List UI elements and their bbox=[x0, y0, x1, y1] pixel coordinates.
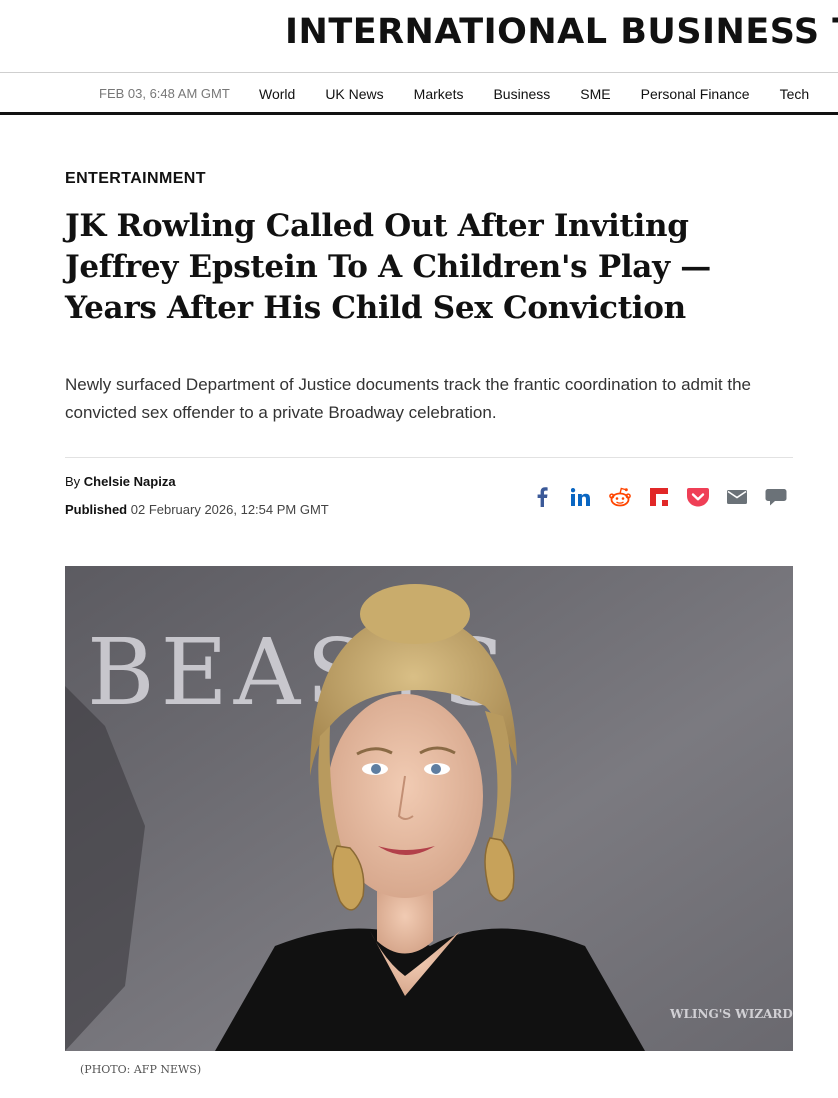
article: ENTERTAINMENT JK Rowling Called Out Afte… bbox=[65, 170, 793, 562]
nav-item-world[interactable]: World bbox=[259, 86, 295, 102]
backdrop-text-wizard: WLING'S WIZARD bbox=[669, 1007, 793, 1021]
hero-image: BEASTS WLING'S WIZARD bbox=[65, 566, 793, 1051]
byline: By Chelsie Napiza bbox=[65, 474, 176, 489]
nav-item-uk-news[interactable]: UK News bbox=[325, 86, 383, 102]
nav-item-sme[interactable]: SME bbox=[580, 86, 610, 102]
section-kicker[interactable]: ENTERTAINMENT bbox=[65, 170, 793, 188]
byline-prefix: By bbox=[65, 474, 81, 489]
hero-photo-illustration: BEASTS WLING'S WIZARD bbox=[65, 566, 793, 1051]
site-logo[interactable]: INTERNATIONAL BUSINESS TIMES bbox=[285, 12, 838, 52]
comment-icon[interactable] bbox=[765, 486, 787, 508]
published-line: Published 02 February 2026, 12:54 PM GMT bbox=[65, 502, 329, 517]
main-nav: FEB 03, 6:48 AM GMT World UK News Market… bbox=[0, 74, 838, 115]
published-label: Published bbox=[65, 502, 128, 517]
email-icon[interactable] bbox=[726, 486, 748, 508]
reddit-icon[interactable] bbox=[609, 486, 631, 508]
pocket-icon[interactable] bbox=[687, 486, 709, 508]
share-bar bbox=[531, 486, 787, 508]
nav-item-personal-finance[interactable]: Personal Finance bbox=[641, 86, 750, 102]
article-headline: JK Rowling Called Out After Inviting Jef… bbox=[65, 208, 712, 326]
linkedin-icon[interactable] bbox=[570, 486, 592, 508]
nav-item-markets[interactable]: Markets bbox=[414, 86, 464, 102]
nav-item-tech[interactable]: Tech bbox=[780, 86, 810, 102]
image-caption: (PHOTO: AFP NEWS) bbox=[80, 1063, 202, 1076]
nav-item-business[interactable]: Business bbox=[493, 86, 550, 102]
facebook-icon[interactable] bbox=[531, 486, 553, 508]
published-date: 02 February 2026, 12:54 PM GMT bbox=[130, 502, 329, 517]
nav-date: FEB 03, 6:48 AM GMT bbox=[99, 86, 230, 101]
article-standfirst: Newly surfaced Department of Justice doc… bbox=[65, 375, 751, 422]
nav-links: World UK News Markets Business SME Perso… bbox=[259, 86, 838, 102]
byline-row: By Chelsie Napiza Published 02 February … bbox=[65, 458, 793, 562]
flipboard-icon[interactable] bbox=[648, 486, 670, 508]
masthead: INTERNATIONAL BUSINESS TIMES bbox=[0, 0, 838, 73]
author-link[interactable]: Chelsie Napiza bbox=[84, 474, 176, 489]
